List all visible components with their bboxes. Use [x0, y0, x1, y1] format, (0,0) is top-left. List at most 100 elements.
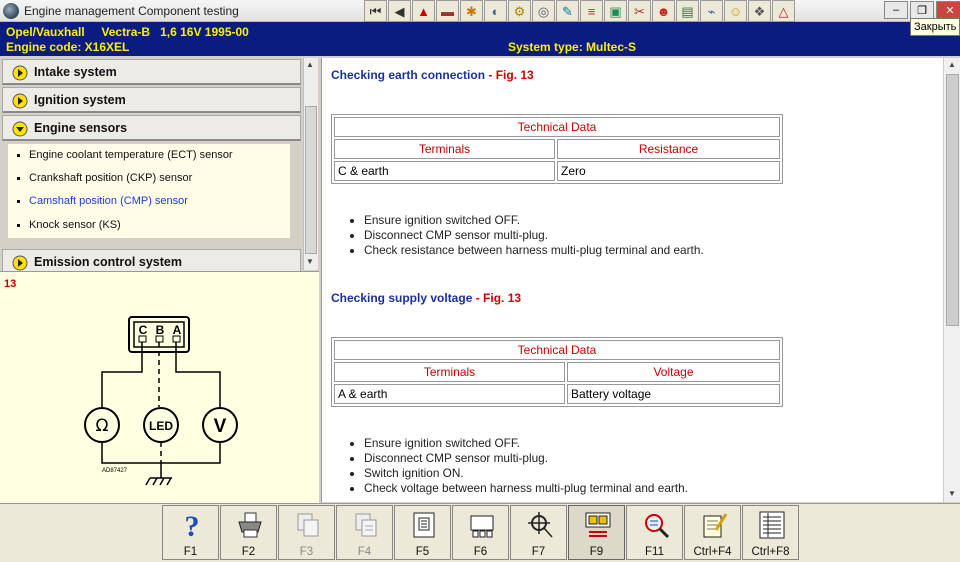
sidebar-section-intake[interactable]: Intake system	[2, 59, 301, 85]
system-type: System type: Multec-S	[508, 40, 637, 54]
pinout-icon	[585, 512, 611, 537]
key-label: Ctrl+F4	[693, 546, 732, 558]
f9-pinout-button[interactable]: F9	[568, 505, 625, 560]
sidebar-scrollbar[interactable]: ▲ ▼	[303, 58, 318, 270]
warning-icon[interactable]: ▲	[412, 0, 435, 22]
maximize-button[interactable]: ❐	[910, 1, 934, 19]
list-item: Disconnect CMP sensor multi-plug.	[364, 228, 704, 243]
list-item: Ensure ignition switched OFF.	[364, 436, 688, 451]
table-caption: Technical Data	[334, 117, 780, 137]
key-label: F11	[645, 546, 664, 558]
title-bar: Engine management Component testing ⏮ ◀ …	[0, 0, 960, 22]
help-icon: ?	[185, 510, 200, 540]
collapse-arrow-icon	[12, 121, 28, 137]
scroll-up-icon[interactable]: ▲	[306, 60, 314, 69]
f1-help-button[interactable]: ? F1	[162, 505, 219, 560]
f5-connector-button[interactable]: F5	[394, 505, 451, 560]
wiring-icon[interactable]: ❖	[748, 0, 771, 22]
minimize-button[interactable]: ‒	[884, 1, 908, 19]
tyre-icon[interactable]: ≡	[580, 0, 603, 22]
sidebar-item-knock-sensor[interactable]: Knock sensor (KS)	[17, 219, 121, 231]
document-icon[interactable]: △	[772, 0, 795, 22]
main-content: Checking earth connection - Fig. 13 Tech…	[321, 58, 943, 502]
copy-icon	[297, 513, 319, 537]
svg-text:?: ?	[185, 510, 200, 540]
table-cell: A & earth	[334, 384, 565, 404]
table-cell: Battery voltage	[567, 384, 780, 404]
sidebar-section-label: Ignition system	[34, 93, 126, 107]
expand-arrow-icon	[12, 65, 28, 81]
sidebar-item-ckp-sensor[interactable]: Crankshaft position (CKP) sensor	[17, 172, 192, 184]
table-caption: Technical Data	[334, 340, 780, 360]
content-scroll-thumb[interactable]	[946, 74, 959, 326]
engine-code: Engine code: X16XEL	[6, 40, 130, 54]
paste-icon	[355, 513, 377, 537]
scroll-down-icon[interactable]: ▼	[948, 489, 956, 498]
first-icon[interactable]: ⏮	[364, 0, 387, 22]
timing-icon[interactable]: ⚙	[508, 0, 531, 22]
technical-data-table-earth: Technical Data Terminals Resistance C & e…	[331, 114, 783, 184]
oil-icon[interactable]: ☻	[652, 0, 675, 22]
brake-icon[interactable]: ▤	[676, 0, 699, 22]
f6-component-button[interactable]: F6	[452, 505, 509, 560]
sidebar-item-ect-sensor[interactable]: Engine coolant temperature (ECT) sensor	[17, 149, 233, 161]
vehicle-spec: 1,6 16V 1995-00	[160, 25, 249, 39]
key-label: F2	[241, 546, 256, 558]
f3-copy-button[interactable]: F3	[278, 505, 335, 560]
section-title-supply: Checking supply voltage - Fig. 13	[331, 291, 522, 305]
table-header: Voltage	[567, 362, 780, 382]
connector-icon	[413, 512, 435, 538]
gearbox-icon[interactable]: ⌁	[700, 0, 723, 22]
prev-icon[interactable]: ◀	[388, 0, 411, 22]
car2-icon[interactable]: ✂	[628, 0, 651, 22]
f11-search-button[interactable]: F11	[626, 505, 683, 560]
ctrl-f8-list-button[interactable]: Ctrl+F8	[742, 505, 799, 560]
sidebar: Intake system Ignition system Engine sen…	[0, 58, 318, 275]
instruction-list: Ensure ignition switched OFF. Disconnect…	[364, 436, 688, 496]
vehicle-make: Opel/Vauxhall	[6, 25, 85, 39]
f2-print-button[interactable]: F2	[220, 505, 277, 560]
tool-icon[interactable]: ◎	[532, 0, 555, 22]
toolbar: ⏮ ◀ ▲ ▬ ✱ ◐ ⚙ ◎ ✎ ≡ ▣ ✂ ☻ ▤ ⌁ ☺ ❖ △	[364, 0, 796, 22]
sidebar-scroll-thumb[interactable]	[305, 106, 317, 254]
vehicle-icon[interactable]: ▬	[436, 0, 459, 22]
key-label: F4	[357, 546, 372, 558]
sidebar-section-label: Intake system	[34, 65, 117, 79]
volt-meter-icon: V	[214, 416, 227, 437]
sidebar-section-label: Emission control system	[34, 255, 182, 269]
sidebar-section-ignition[interactable]: Ignition system	[2, 87, 301, 113]
print-icon	[238, 512, 262, 538]
sidebar-item-cmp-sensor[interactable]: Camshaft position (CMP) sensor	[17, 195, 188, 207]
warning2-icon[interactable]: ☺	[724, 0, 747, 22]
scroll-down-icon[interactable]: ▼	[306, 257, 314, 266]
f7-location-button[interactable]: F7	[510, 505, 567, 560]
key-label: F1	[183, 546, 198, 558]
list-icon	[759, 511, 785, 539]
figure-link[interactable]: - Fig. 13	[476, 291, 521, 305]
figure-link[interactable]: - Fig. 13	[488, 68, 533, 82]
pin-label-a: A	[173, 323, 182, 337]
figure-code: AD87427	[102, 468, 128, 474]
instruction-list: Ensure ignition switched OFF. Disconnect…	[364, 213, 704, 258]
scroll-up-icon[interactable]: ▲	[948, 60, 956, 69]
ctrl-f4-notes-button[interactable]: Ctrl+F4	[684, 505, 741, 560]
expand-arrow-icon	[12, 255, 28, 271]
vehicle-model: Vectra-B	[101, 25, 151, 39]
belt-icon[interactable]: ◐	[484, 0, 507, 22]
table-cell: C & earth	[334, 161, 555, 181]
figure-pane: 13 C B A Ω LED V AD87427	[0, 271, 319, 503]
engine-icon[interactable]: ✱	[460, 0, 483, 22]
car-icon[interactable]: ▣	[604, 0, 627, 22]
exhaust-icon[interactable]: ✎	[556, 0, 579, 22]
f4-paste-button[interactable]: F4	[336, 505, 393, 560]
sidebar-section-label: Engine sensors	[34, 121, 128, 135]
pin-label-c: C	[139, 323, 148, 337]
pin-label-b: B	[156, 323, 165, 337]
content-scrollbar[interactable]: ▲ ▼	[943, 58, 960, 502]
list-item: Ensure ignition switched OFF.	[364, 213, 704, 228]
vehicle-line: Opel/Vauxhall Vectra-B 1,6 16V 1995-00	[6, 25, 249, 39]
close-button[interactable]: ✕	[936, 1, 960, 19]
table-header: Terminals	[334, 362, 565, 382]
list-item: Check resistance between harness multi-p…	[364, 243, 704, 258]
sidebar-section-engine-sensors[interactable]: Engine sensors	[2, 115, 301, 141]
